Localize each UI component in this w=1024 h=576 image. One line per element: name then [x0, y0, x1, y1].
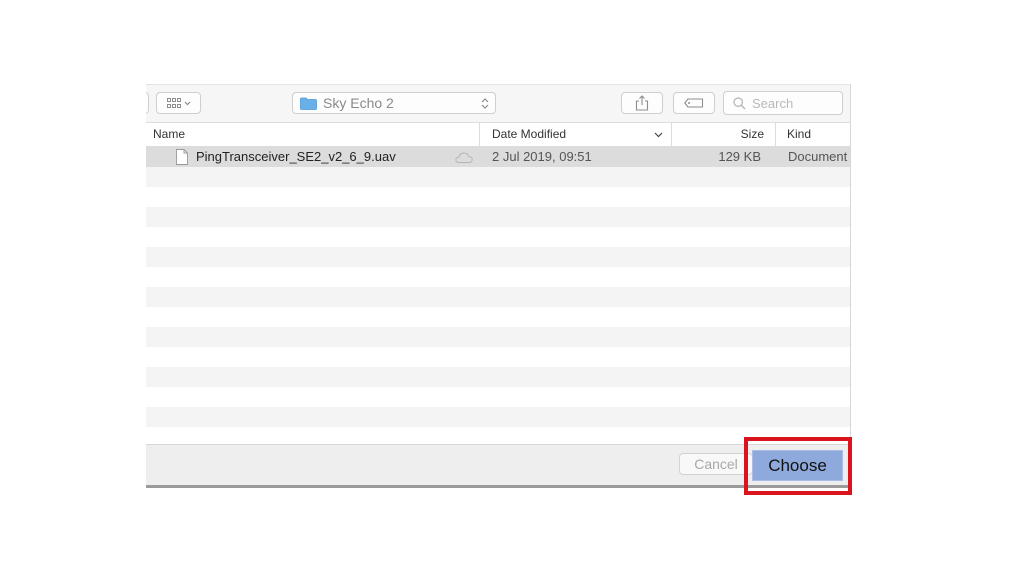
search-field[interactable]: Search	[723, 91, 843, 115]
document-icon	[176, 149, 188, 165]
file-row[interactable]: PingTransceiver_SE2_v2_6_9.uav 2 Jul 201…	[146, 147, 850, 167]
column-date-modified[interactable]: Date Modified	[480, 123, 672, 146]
grid-view-icon	[166, 98, 190, 108]
tag-icon	[684, 98, 704, 108]
file-name: PingTransceiver_SE2_v2_6_9.uav	[196, 149, 396, 164]
empty-row	[146, 367, 850, 387]
back-button[interactable]	[146, 92, 149, 114]
empty-row	[146, 287, 850, 307]
empty-row	[146, 187, 850, 207]
column-header: Name Date Modified Size Kind	[146, 123, 850, 147]
column-name[interactable]: Name	[146, 123, 480, 146]
folder-icon	[300, 97, 317, 110]
empty-row	[146, 347, 850, 367]
toolbar: Sky Echo 2 Search	[146, 85, 850, 123]
empty-row	[146, 207, 850, 227]
empty-row	[146, 247, 850, 267]
sort-chevron-icon	[654, 132, 663, 138]
location-label: Sky Echo 2	[323, 95, 394, 111]
cancel-button[interactable]: Cancel	[679, 453, 753, 475]
file-list: PingTransceiver_SE2_v2_6_9.uav 2 Jul 201…	[146, 147, 850, 447]
choose-button[interactable]: Choose	[752, 450, 843, 481]
column-size[interactable]: Size	[672, 123, 776, 146]
file-chooser-dialog: Sky Echo 2 Search Name Date Modified Siz…	[146, 84, 851, 486]
tag-button[interactable]	[673, 92, 715, 114]
empty-row	[146, 227, 850, 247]
empty-row	[146, 167, 850, 187]
empty-row	[146, 407, 850, 427]
empty-row	[146, 307, 850, 327]
share-button[interactable]	[621, 92, 663, 114]
location-popup[interactable]: Sky Echo 2	[292, 92, 496, 114]
empty-row	[146, 327, 850, 347]
empty-row	[146, 387, 850, 407]
updown-chevron-icon	[481, 98, 489, 109]
view-options-button[interactable]	[156, 92, 201, 114]
empty-row	[146, 267, 850, 287]
chevron-down-icon	[184, 101, 190, 106]
file-kind: Document	[788, 149, 848, 164]
column-kind[interactable]: Kind	[776, 123, 850, 146]
column-date-modified-label: Date Modified	[492, 127, 567, 141]
cloud-icon	[455, 152, 473, 163]
share-icon	[635, 95, 649, 111]
file-date-modified: 2 Jul 2019, 09:51	[492, 149, 592, 164]
search-placeholder: Search	[752, 95, 794, 111]
file-size: 129 KB	[718, 149, 761, 164]
search-icon	[733, 96, 746, 109]
